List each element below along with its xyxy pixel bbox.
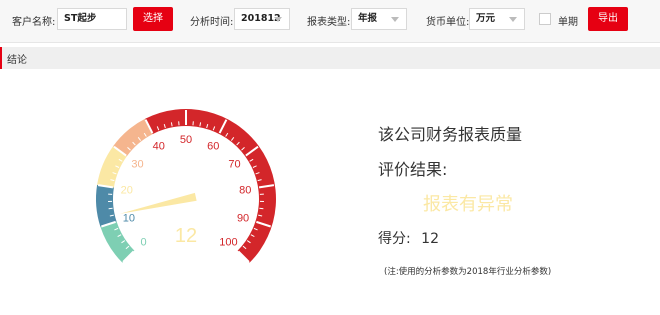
score-value: 12 <box>421 231 439 247</box>
score-label: 得分: <box>378 231 411 247</box>
result-line-2: 评价结果: <box>378 160 448 179</box>
chevron-down-icon <box>274 17 282 22</box>
gauge-tick-label: 20 <box>121 185 133 197</box>
gauge-tick-label: 40 <box>153 141 165 153</box>
result-status: 报表有异常 <box>423 194 513 215</box>
period-label: 分析时间: <box>190 17 234 28</box>
select-button[interactable]: 选择 <box>133 7 173 31</box>
gauge-tick-label: 90 <box>237 213 249 225</box>
gauge-value: 12 <box>175 225 197 247</box>
analysis-note: (注:使用的分析参数为2018年行业分析参数) <box>384 267 552 277</box>
section-title: 结论 <box>7 55 27 66</box>
gauge-minor-tick <box>259 207 264 210</box>
report-type-select[interactable]: 年报 <box>351 8 407 30</box>
report-type-label: 报表类型: <box>307 17 351 28</box>
filter-toolbar: 客户名称: ST起步 选择 分析时间: 201812 报表类型: 年报 货币单位… <box>0 0 660 43</box>
gauge-tick-label: 50 <box>180 134 192 146</box>
single-period-checkbox[interactable] <box>539 13 551 25</box>
result-line-1: 该公司财务报表质量 <box>378 125 523 144</box>
export-button[interactable]: 导出 <box>588 7 628 31</box>
gauge-band-10-20 <box>95 184 117 227</box>
currency-value: 万元 <box>476 13 496 24</box>
conclusion-section-header: 结论 <box>0 47 660 69</box>
chevron-down-icon <box>391 17 399 22</box>
report-type-value: 年报 <box>358 13 378 24</box>
gauge-tick-label: 100 <box>219 236 237 248</box>
customer-input[interactable]: ST起步 <box>57 8 127 30</box>
customer-label: 客户名称: <box>12 17 56 28</box>
gauge-minor-tick <box>108 207 113 210</box>
gauge-tick-label: 10 <box>123 213 135 225</box>
gauge-tick-label: 60 <box>207 141 219 153</box>
single-period-label: 单期 <box>558 17 578 28</box>
gauge-band-40-100 <box>145 108 277 263</box>
gauge-tick-label: 30 <box>131 159 143 171</box>
currency-select[interactable]: 万元 <box>469 8 525 30</box>
chevron-down-icon <box>509 17 517 22</box>
currency-label: 货币单位: <box>426 17 470 28</box>
gauge-tick-label: 0 <box>141 236 147 248</box>
score-row: 得分: 12 <box>378 228 439 248</box>
period-select[interactable]: 201812 <box>234 8 290 30</box>
quality-gauge: 0 10 20 30 40 50 60 70 80 90100 12 <box>95 108 277 263</box>
gauge-tick-label: 70 <box>228 159 240 171</box>
gauge-tick-label: 80 <box>239 185 251 197</box>
